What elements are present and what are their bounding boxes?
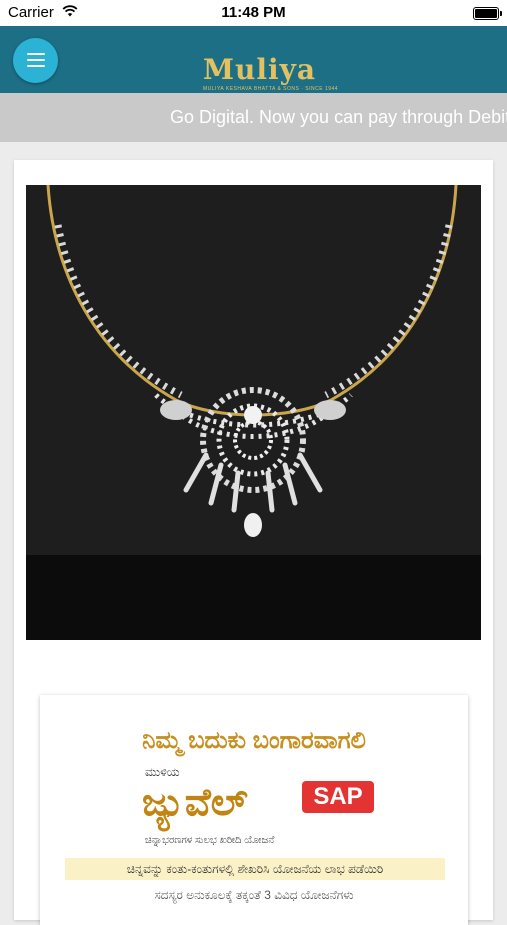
promo-brand-big: ಜ್ಯುವೆಲ್ [142, 779, 248, 824]
necklace-illustration [26, 185, 481, 640]
logo-wordmark: Muliya [203, 53, 317, 86]
promo-plans-line: ಸದಸ್ಯರ ಅನುಕೂಲಕ್ಕೆ ತಕ್ಕಂತೆ 3 ವಿವಿಧ ಯೋಜನೆಗ… [154, 888, 354, 902]
sap-badge: SAP [302, 781, 374, 813]
status-time: 11:48 PM [221, 4, 286, 21]
ticker-text: Go Digital. Now you can pay through Debi… [170, 107, 507, 127]
menu-button[interactable] [13, 38, 58, 83]
hamburger-menu-icon [27, 65, 45, 67]
jewel-sap-promo-banner[interactable]: ನಿಮ್ಮ ಬದುಕು ಬಂಗಾರವಾಗಲಿ ಮುಳಿಯ ಜ್ಯುವೆಲ್ SA… [40, 695, 468, 925]
app-header: Muliya MULIYA KESHAVA BHATTA & SONS · SI… [0, 26, 507, 93]
hamburger-menu-icon [27, 59, 45, 61]
hamburger-menu-icon [27, 53, 45, 55]
promo-tagline: ಚಿನ್ನಾಭರಣಗಳ ಸುಲಭ ಖರೀದಿ ಯೋಜನೆ [145, 835, 275, 846]
product-image-necklace[interactable] [26, 185, 481, 640]
status-bar: Carrier 11:48 PM [0, 0, 507, 26]
promo-brand-small: ಮುಳಿಯ [145, 765, 180, 779]
announcement-ticker: Go Digital. Now you can pay through Debi… [0, 93, 507, 142]
promo-highlight-band: ಚಿನ್ನವನ್ನು ಕಂತು-ಕಂತುಗಳಲ್ಲಿ ಶೇಖರಿಸಿ ಯೋಜನೆ… [65, 858, 445, 880]
promo-headline: ನಿಮ್ಮ ಬದುಕು ಬಂಗಾರವಾಗಲಿ [142, 727, 366, 754]
battery-icon [473, 7, 502, 20]
logo-tagline: MULIYA KESHAVA BHATTA & SONS · SINCE 194… [203, 86, 339, 92]
